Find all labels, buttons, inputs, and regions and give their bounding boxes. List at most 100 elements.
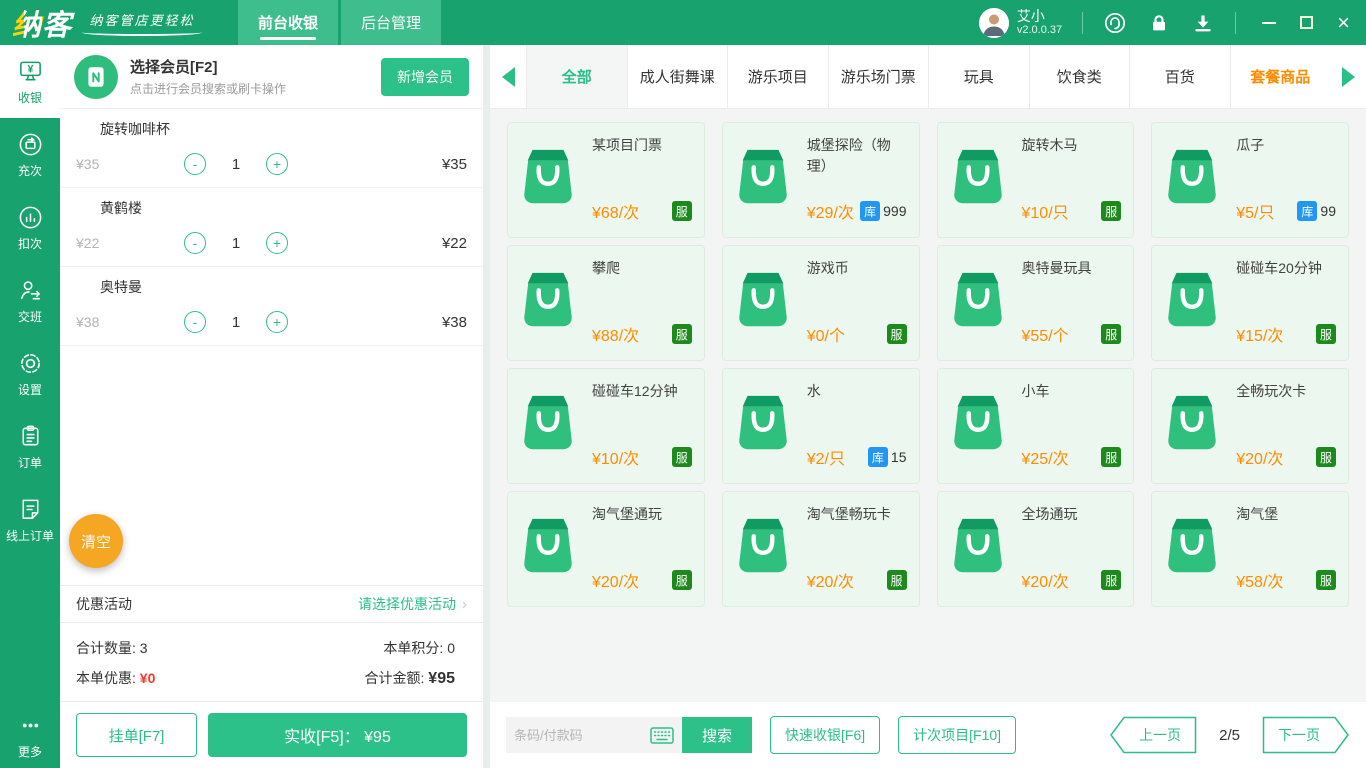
product-card[interactable]: 旋转木马 ¥10/只 服 xyxy=(936,122,1135,238)
next-page-button[interactable]: 下一页 xyxy=(1262,716,1350,754)
discount-value: ¥0 xyxy=(139,670,156,686)
shopping-bag-icon xyxy=(1162,270,1224,337)
page-indicator: 2/5 xyxy=(1219,726,1240,744)
product-price: ¥55/个 xyxy=(1021,328,1069,345)
category-tab[interactable]: 全部 xyxy=(526,45,627,108)
window-maximize-button[interactable] xyxy=(1300,16,1314,29)
category-tab[interactable]: 百货 xyxy=(1129,45,1230,108)
category-tab[interactable]: 玩具 xyxy=(928,45,1029,108)
tab-backend-management[interactable]: 后台管理 xyxy=(341,0,441,45)
member-card-icon xyxy=(74,54,118,99)
product-name: 淘气堡通玩 xyxy=(592,506,662,522)
total-qty-label: 合计数量: xyxy=(76,640,136,656)
decrease-qty-button[interactable]: - xyxy=(184,232,206,254)
cart-item-name: 旋转咖啡杯 xyxy=(100,121,170,137)
category-tab[interactable]: 饮食类 xyxy=(1028,45,1130,108)
discount-label: 本单优惠: xyxy=(76,670,136,686)
product-name: 水 xyxy=(806,383,821,399)
increase-qty-button[interactable]: + xyxy=(266,232,288,254)
product-card[interactable]: 小车 ¥25/次 服 xyxy=(936,368,1135,484)
stock-badge: 库 xyxy=(1297,201,1318,221)
product-card[interactable]: 游戏币 ¥0/个 服 xyxy=(721,245,920,361)
increase-qty-button[interactable]: + xyxy=(266,311,288,333)
product-name: 城堡探险（物理） xyxy=(806,137,891,174)
barcode-input[interactable] xyxy=(514,727,650,743)
product-price: ¥68/次 xyxy=(592,205,640,222)
product-price: ¥10/只 xyxy=(1021,205,1069,222)
topbar-divider xyxy=(1082,11,1084,34)
item-type-badge: 服 xyxy=(79,282,90,294)
item-type-badge: 普 xyxy=(79,203,90,215)
hold-order-button[interactable]: 挂单[F7] xyxy=(76,713,197,757)
decrease-qty-button[interactable]: - xyxy=(184,153,206,175)
clear-cart-button[interactable]: 清空 xyxy=(69,514,123,568)
product-card[interactable]: 全场通玩 ¥20/次 服 xyxy=(936,491,1135,607)
sidebar-item-shift-change[interactable]: 交班 xyxy=(0,264,60,337)
promo-select-link[interactable]: 请选择优惠活动 xyxy=(358,594,456,614)
sidebar-item-deduct-times[interactable]: 扣次 xyxy=(0,191,60,264)
service-badge: 服 xyxy=(886,324,907,344)
stock-badge: 库 xyxy=(867,447,888,467)
product-card[interactable]: 淘气堡 ¥58/次 服 xyxy=(1151,491,1349,607)
sidebar-item-more[interactable]: 更多 xyxy=(0,704,60,768)
logo-area: 纳纳客 纳客管店更轻松 xyxy=(0,0,238,45)
product-card[interactable]: 瓜子 ¥5/只 库 99 xyxy=(1151,122,1349,238)
product-price: ¥20/次 xyxy=(806,574,854,591)
service-badge: 服 xyxy=(1101,447,1122,467)
category-scroll-right-button[interactable] xyxy=(1330,45,1366,108)
select-member-row[interactable]: 选择会员[F2] 点击进行会员搜索或刷卡操作 新增会员 xyxy=(60,45,483,109)
decrease-qty-button[interactable]: - xyxy=(184,311,206,333)
product-price: ¥20/次 xyxy=(592,574,640,591)
customer-service-icon[interactable] xyxy=(1103,11,1127,35)
user-block[interactable]: 艾小 v2.0.0.37 xyxy=(978,7,1062,38)
sidebar-item-cashier[interactable]: ¥ 收银 xyxy=(0,45,60,118)
product-card[interactable]: 攀爬 ¥88/次 服 xyxy=(507,245,705,361)
product-price: ¥88/次 xyxy=(592,328,640,345)
product-card[interactable]: 淘气堡通玩 ¥20/次 服 xyxy=(507,491,705,607)
cart-item-total: ¥22 xyxy=(441,234,467,252)
product-price: ¥5/只 xyxy=(1236,205,1275,222)
sidebar-item-online-orders[interactable]: 线上订单 xyxy=(0,483,60,556)
deduct-times-chart-icon xyxy=(19,206,41,228)
quick-cashier-button[interactable]: 快速收银[F6] xyxy=(770,716,881,754)
product-name: 某项目门票 xyxy=(592,137,662,153)
product-card[interactable]: 水 ¥2/只 库 15 xyxy=(721,368,920,484)
promo-activity-row[interactable]: 优惠活动 请选择优惠活动 › xyxy=(60,585,483,622)
tab-front-cashier[interactable]: 前台收银 xyxy=(238,0,338,45)
cart-item-name: 黄鹤楼 xyxy=(100,200,142,216)
product-name: 全场通玩 xyxy=(1021,506,1078,522)
window-minimize-button[interactable] xyxy=(1262,21,1277,24)
category-tab[interactable]: 游乐场门票 xyxy=(827,45,929,108)
prev-page-button[interactable]: 上一页 xyxy=(1109,716,1197,754)
category-tab[interactable]: 游乐项目 xyxy=(727,45,828,108)
category-scroll-left-button[interactable] xyxy=(490,45,526,108)
count-item-button[interactable]: 计次项目[F10] xyxy=(898,716,1017,754)
product-card[interactable]: 全畅玩次卡 ¥20/次 服 xyxy=(1151,368,1349,484)
product-card[interactable]: 碰碰车12分钟 ¥10/次 服 xyxy=(507,368,705,484)
window-close-button[interactable]: × xyxy=(1337,11,1350,34)
keyboard-icon[interactable] xyxy=(650,726,674,744)
product-card[interactable]: 淘气堡畅玩卡 ¥20/次 服 xyxy=(721,491,920,607)
download-icon[interactable] xyxy=(1191,11,1215,35)
checkout-button[interactable]: 实收[F5]： ¥95 xyxy=(208,713,467,757)
service-badge: 服 xyxy=(1101,201,1122,221)
sidebar-item-recharge-times[interactable]: 充次 xyxy=(0,118,60,191)
increase-qty-button[interactable]: + xyxy=(266,153,288,175)
svg-text:下一页: 下一页 xyxy=(1278,727,1320,743)
category-tab[interactable]: 成人街舞课 xyxy=(626,45,728,108)
search-button[interactable]: 搜索 xyxy=(682,717,752,753)
lock-icon[interactable] xyxy=(1147,11,1171,35)
total-amount-value: ¥95 xyxy=(428,670,455,687)
service-badge: 服 xyxy=(1316,324,1336,344)
shopping-bag-icon xyxy=(1162,147,1224,214)
quantity-stepper: - 1 + xyxy=(184,153,288,175)
add-member-button[interactable]: 新增会员 xyxy=(381,57,469,96)
product-card[interactable]: 城堡探险（物理） ¥29/次 库 999 xyxy=(721,122,920,238)
product-card[interactable]: 碰碰车20分钟 ¥15/次 服 xyxy=(1151,245,1349,361)
cart-item-total: ¥38 xyxy=(441,313,467,331)
product-card[interactable]: 某项目门票 ¥68/次 服 xyxy=(507,122,705,238)
sidebar-item-orders[interactable]: 订单 xyxy=(0,410,60,483)
product-card[interactable]: 奥特曼玩具 ¥55/个 服 xyxy=(936,245,1135,361)
sidebar-item-settings[interactable]: 设置 xyxy=(0,337,60,410)
category-tab[interactable]: 套餐商品 xyxy=(1229,45,1331,108)
